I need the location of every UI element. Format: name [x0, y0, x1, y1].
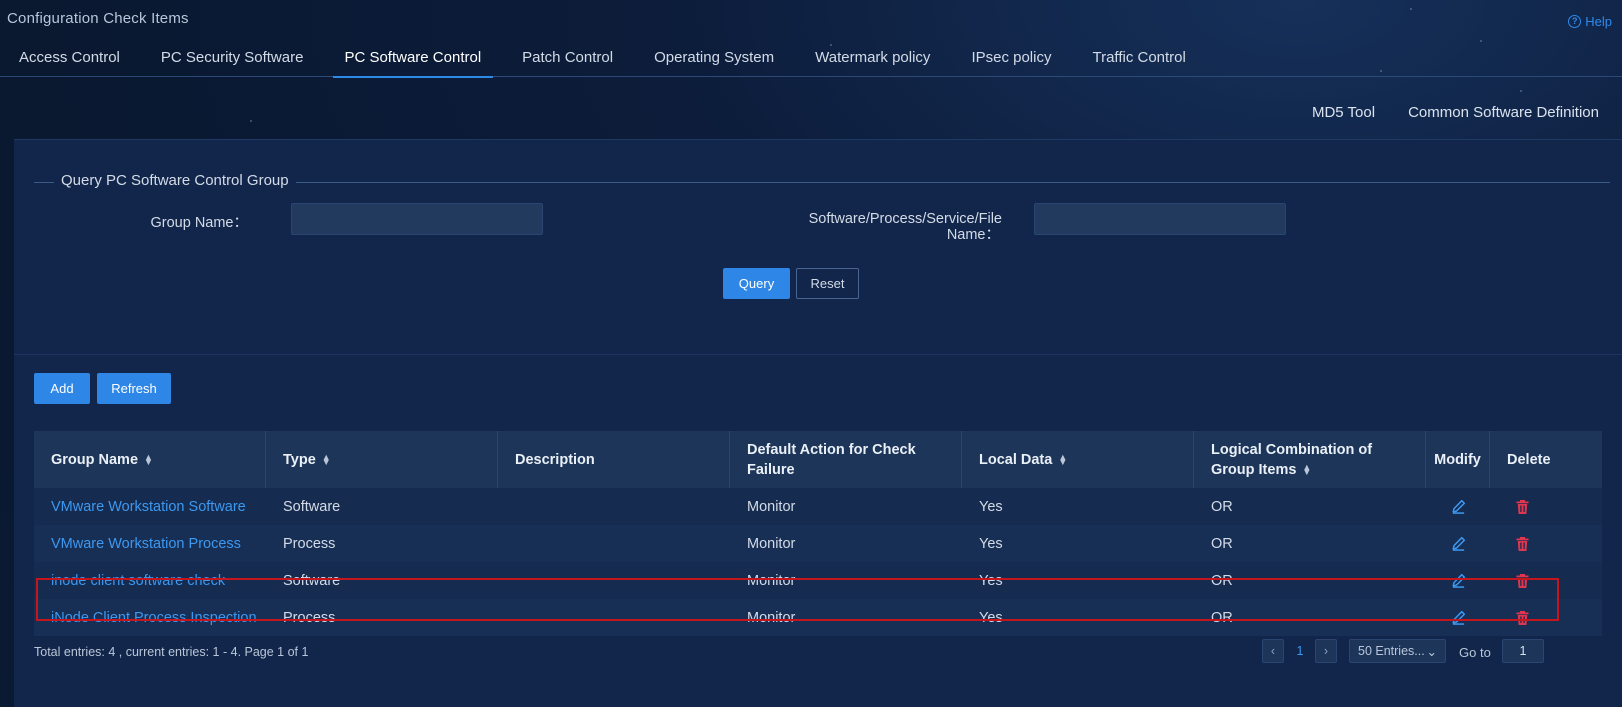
edit-icon[interactable]	[1426, 610, 1490, 625]
col-logical-text: Logical Combination of Group Items	[1211, 441, 1373, 478]
top-links: MD5 Tool Common Software Definition	[1312, 104, 1599, 121]
chevron-left-icon: ‹	[1270, 644, 1276, 658]
software-name-input[interactable]	[1034, 203, 1286, 235]
group-name-link[interactable]: VMware Workstation Software	[34, 499, 266, 515]
table-header: Group Name ▲ ▼ Type ▲ ▼ Description Default …	[34, 431, 1602, 488]
goto-label: Go to	[1459, 645, 1491, 660]
local-data-cell: Yes	[979, 609, 1003, 626]
chevron-right-icon: ›	[1323, 644, 1329, 658]
col-local-data-label: Local Data	[979, 451, 1053, 468]
add-button[interactable]: Add	[34, 373, 90, 404]
col-logical-combination[interactable]: Logical Combination of Group Items ▲ ▼	[1194, 431, 1426, 488]
delete-icon[interactable]	[1490, 499, 1554, 514]
delete-icon[interactable]	[1490, 573, 1554, 588]
table-row: VMware Workstation Software Software Monit…	[34, 488, 1602, 525]
main-panel: Query PC Software Control Group Group Na…	[14, 139, 1622, 707]
common-software-definition-link[interactable]: Common Software Definition	[1408, 104, 1599, 121]
col-group-name-label: Group Name	[51, 451, 139, 468]
sort-icon: ▲ ▼	[1302, 461, 1312, 477]
local-data-cell: Yes	[979, 535, 1003, 552]
pagination-summary: Total entries: 4 , current entries: 1 - …	[34, 645, 309, 659]
group-name-link[interactable]: VMware Workstation Process	[34, 536, 266, 552]
section-divider	[14, 354, 1622, 355]
type-cell: Process	[283, 609, 336, 626]
tab-watermark-policy[interactable]: Watermark policy	[795, 44, 951, 77]
table-body: VMware Workstation Software Software Monit…	[34, 488, 1602, 636]
delete-icon[interactable]	[1490, 536, 1554, 551]
group-name-input[interactable]	[291, 203, 543, 235]
software-name-label: Software/Process/Service/File Name：	[774, 211, 1002, 243]
tab-operating-system[interactable]: Operating System	[634, 44, 795, 77]
prev-page-button[interactable]: ‹	[1262, 639, 1284, 663]
tab-access-control[interactable]: Access Control	[0, 44, 141, 77]
edit-icon[interactable]	[1426, 499, 1490, 514]
help-icon: ?	[1568, 15, 1582, 28]
page-size-value: 50 Entries...	[1358, 644, 1425, 658]
sort-icon: ▲ ▼	[321, 451, 331, 467]
next-page-button[interactable]: ›	[1315, 639, 1337, 663]
tab-patch-control[interactable]: Patch Control	[502, 44, 634, 77]
page-size-select[interactable]: 50 Entries... ⌄	[1349, 639, 1446, 663]
goto-page-input[interactable]	[1502, 639, 1544, 663]
delete-icon[interactable]	[1490, 610, 1554, 625]
software-name-label-line2: Name：	[946, 227, 1000, 243]
query-button[interactable]: Query	[723, 268, 790, 299]
tab-pc-security-software[interactable]: PC Security Software	[141, 44, 325, 77]
col-description: Description	[498, 431, 730, 488]
logical-combination-cell: OR	[1211, 535, 1233, 552]
col-type[interactable]: Type ▲ ▼	[266, 431, 498, 488]
col-delete: Delete	[1507, 451, 1551, 468]
sort-icon: ▲ ▼	[144, 451, 153, 467]
col-modify: Modify	[1426, 431, 1490, 488]
edit-icon[interactable]	[1426, 573, 1490, 588]
tab-ipsec-policy[interactable]: IPsec policy	[951, 44, 1072, 77]
refresh-button[interactable]: Refresh	[97, 373, 171, 404]
local-data-cell: Yes	[979, 498, 1003, 515]
default-action-cell: Monitor	[747, 498, 796, 515]
group-name-label: Group Name：	[150, 215, 248, 231]
table-row: VMware Workstation Process Process Monitor…	[34, 525, 1602, 562]
local-data-cell: Yes	[979, 572, 1003, 589]
type-cell: Software	[283, 572, 341, 589]
col-logical-label: Logical Combination of Group Items ▲ ▼	[1211, 440, 1408, 480]
type-cell: Software	[283, 498, 341, 515]
help-label: Help	[1585, 14, 1612, 29]
table-row: inode client software check Software Monit…	[34, 562, 1602, 599]
col-group-name[interactable]: Group Name ▲ ▼	[34, 431, 266, 488]
tab-bar: Access Control PC Security Software PC S…	[0, 44, 1622, 78]
software-name-label-line1: Software/Process/Service/File	[808, 211, 1002, 227]
logical-combination-cell: OR	[1211, 498, 1233, 515]
chevron-down-icon: ⌄	[1426, 644, 1437, 659]
query-legend: Query PC Software Control Group	[54, 172, 296, 189]
tab-pc-software-control[interactable]: PC Software Control	[324, 44, 502, 78]
sort-icon: ▲ ▼	[1058, 451, 1068, 467]
help-link[interactable]: ? Help	[1568, 14, 1612, 29]
default-action-cell: Monitor	[747, 572, 796, 589]
tab-traffic-control[interactable]: Traffic Control	[1072, 44, 1206, 77]
page-number-current[interactable]: 1	[1290, 639, 1310, 663]
table-row: iNode Client Process Inspection Process Mo…	[34, 599, 1602, 636]
default-action-cell: Monitor	[747, 535, 796, 552]
reset-button[interactable]: Reset	[796, 268, 859, 299]
edit-icon[interactable]	[1426, 536, 1490, 551]
col-type-label: Type	[283, 451, 316, 468]
page-title: Configuration Check Items	[7, 10, 189, 27]
col-local-data[interactable]: Local Data ▲ ▼	[962, 431, 1194, 488]
group-name-link[interactable]: iNode Client Process Inspection	[34, 610, 266, 626]
md5-tool-link[interactable]: MD5 Tool	[1312, 104, 1375, 121]
default-action-cell: Monitor	[747, 609, 796, 626]
col-default-action: Default Action for Check Failure	[730, 431, 962, 488]
groups-table: Group Name ▲ ▼ Type ▲ ▼ Description Default …	[34, 431, 1602, 636]
logical-combination-cell: OR	[1211, 609, 1233, 626]
logical-combination-cell: OR	[1211, 572, 1233, 589]
type-cell: Process	[283, 535, 336, 552]
group-name-link[interactable]: inode client software check	[34, 573, 266, 589]
